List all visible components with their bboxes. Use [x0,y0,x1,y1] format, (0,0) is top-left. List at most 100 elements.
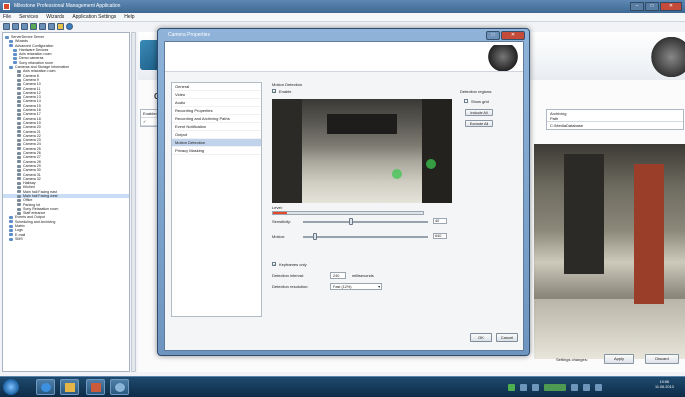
taskbar-ie-button[interactable] [36,379,55,395]
minimize-button[interactable]: – [630,2,644,11]
cancel-button[interactable]: Cancel [496,333,518,342]
nav-item[interactable]: Video [172,91,261,99]
camera-icon [17,74,21,78]
camera-icon [17,160,21,164]
camera-icon [17,151,21,155]
taskbar-media-button[interactable] [110,379,129,395]
settings-icon[interactable] [57,23,64,30]
camera-icon [17,134,21,138]
start-button[interactable] [3,379,19,395]
close-button[interactable]: ✕ [660,2,682,11]
detection-interval-input[interactable]: 240 [330,272,346,279]
app-icon [91,383,101,392]
clock[interactable]: 10:56 11.06.2013 [655,380,674,390]
tree-scrollbar[interactable] [131,32,136,372]
menu-wizards[interactable]: Wizards [46,14,64,21]
archiving-table: Archiving Path C:\MediaDatabase [546,109,684,130]
sensitivity-value[interactable]: 40 [433,218,447,224]
menu-application-settings[interactable]: Application Settings [72,14,116,21]
help-icon[interactable] [66,23,73,30]
menu-services[interactable]: Services [19,14,38,21]
keyframes-only-checkbox[interactable]: ✓ [272,262,276,267]
sensitivity-slider[interactable] [348,218,353,225]
camera-icon [17,190,21,194]
exclude-all-button[interactable]: Exclude All [465,120,493,127]
camera-icon [17,82,21,86]
navigation-tree[interactable]: ServerDevice Server Wizards Advanced Confi… [2,32,130,372]
back-icon[interactable] [3,23,10,30]
save-icon[interactable] [21,23,28,30]
keyboard-icon[interactable] [520,384,527,391]
camera-icon [17,164,21,168]
flag-icon[interactable] [571,384,578,391]
dialog-body: General Video Audio Recording Properties Rec… [164,41,524,351]
maximize-button[interactable]: □ [645,2,659,11]
detection-resolution-value: Fast (12%) [333,285,352,289]
sensitivity-track[interactable] [303,221,428,223]
dialog-close-button[interactable]: ✕ [501,31,525,40]
nav-item[interactable]: General [172,83,261,91]
tree-item[interactable]: SMS [3,237,129,241]
nav-item[interactable]: Event Notification [172,123,261,131]
nav-item[interactable]: Privacy Masking [172,147,261,155]
folder-icon [9,224,13,228]
camera-icon [17,207,21,211]
folder-icon [9,65,13,69]
discard-button[interactable]: Discard [645,354,679,364]
motion-value[interactable]: 640 [433,233,447,239]
speaker-icon[interactable] [583,384,590,391]
camera-icon [17,147,21,151]
camera-icon [17,155,21,159]
folder-icon [9,216,13,220]
export-icon[interactable] [48,23,55,30]
dialog-maximize-button[interactable]: □ [486,31,500,40]
camera-icon [17,117,21,121]
folder-icon [5,35,9,39]
motion-slider[interactable] [312,233,317,240]
nav-item[interactable]: Recording Properties [172,107,261,115]
folder-icon [65,383,75,392]
camera-icon [17,198,21,202]
taskbar-explorer-button[interactable] [60,379,79,395]
network-icon[interactable] [508,384,515,391]
refresh-icon[interactable] [30,23,37,30]
detection-resolution-select[interactable]: Fast (12%) ▾ [330,283,382,290]
folder-icon [9,39,13,43]
camera-icon [17,91,21,95]
path-header-label: Path [550,116,559,121]
camera-icon [17,138,21,142]
motion-marker [426,159,436,169]
motion-track[interactable] [303,236,428,238]
nav-item[interactable]: Output [172,131,261,139]
properties-icon[interactable] [39,23,46,30]
power-icon[interactable] [595,384,602,391]
language-icon[interactable] [532,384,539,391]
detection-regions-label: Detection regions: [460,89,493,94]
camera-icon [17,87,21,91]
nav-item[interactable]: Motion Detection [172,139,261,147]
menu-file[interactable]: File [3,14,11,21]
camera-icon [17,211,21,215]
apply-button[interactable]: Apply [604,354,634,364]
system-tray [508,381,602,394]
ok-button[interactable]: OK [470,333,492,342]
folder-icon [9,44,13,48]
tree-item-label: SMS [15,236,23,241]
include-all-button[interactable]: Include All [465,109,493,116]
forward-icon[interactable] [12,23,19,30]
camera-icon [17,181,21,185]
menu-help[interactable]: Help [124,14,134,21]
nav-item[interactable]: Recording and Archiving Paths [172,115,261,123]
archiving-path-cell[interactable]: C:\MediaDatabase [547,122,683,129]
toolbar [0,22,138,32]
camera-icon [17,100,21,104]
motion-detection-video[interactable] [272,99,452,203]
enable-checkbox[interactable]: ✓ [272,89,276,94]
nav-item[interactable]: Audio [172,99,261,107]
properties-nav: General Video Audio Recording Properties Rec… [171,82,262,317]
battery-icon[interactable] [544,384,566,391]
show-grid-checkbox[interactable] [464,99,468,103]
camera-icon [17,130,21,134]
motion-detection-panel: Motion Detection ✓ Enable Detection regi… [268,82,520,317]
taskbar-app-button[interactable] [86,379,105,395]
